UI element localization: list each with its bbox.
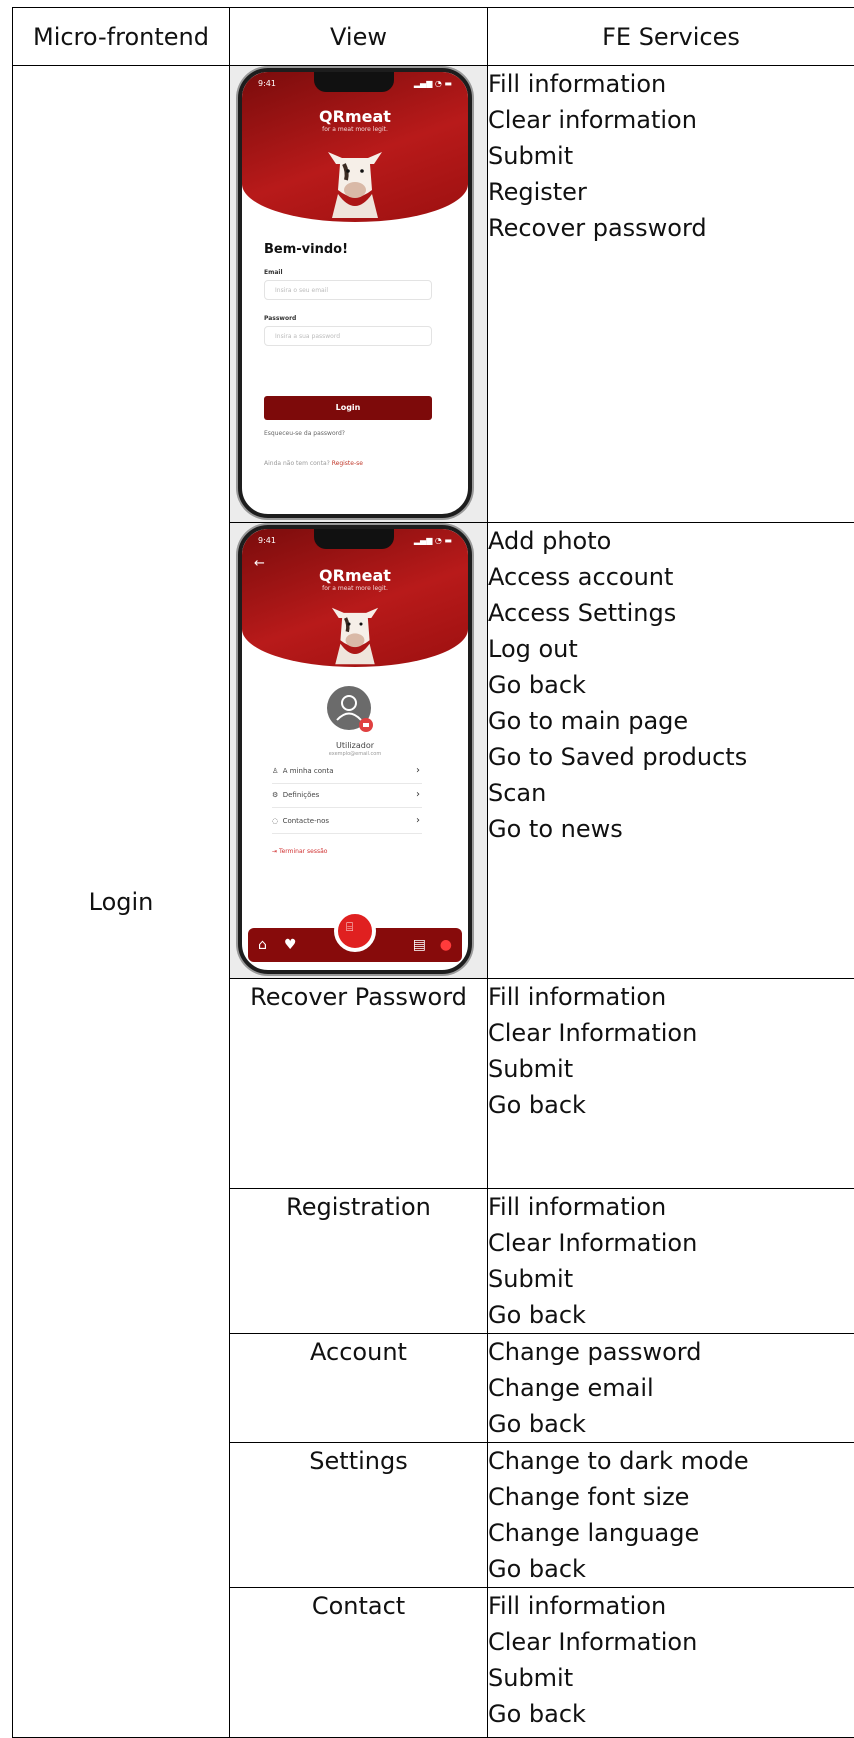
news-icon[interactable]: ▤ <box>413 938 426 952</box>
header-fe-services: FE Services <box>488 8 854 66</box>
service-item: Register <box>488 174 854 210</box>
service-item: Fill information <box>488 66 854 102</box>
service-item: Fill information <box>488 1588 854 1624</box>
app-logo: QRmeat <box>242 567 468 585</box>
service-item: Fill information <box>488 979 854 1015</box>
micro-frontend-table: Micro-frontend View FE Services Login 9:… <box>12 7 854 1738</box>
header-micro-frontend: Micro-frontend <box>13 8 230 66</box>
home-icon[interactable]: ⌂ <box>258 938 267 952</box>
service-item: Go back <box>488 1696 854 1732</box>
logout-icon: ⇥ <box>272 848 277 855</box>
service-item: Go back <box>488 1406 854 1442</box>
service-item: Access account <box>488 559 854 595</box>
user-icon: ♙ <box>272 767 278 775</box>
service-item: Go back <box>488 667 854 703</box>
bottom-navbar: ⌂ ♥ ⌸ ▤ ● <box>248 928 462 962</box>
service-item: Go to main page <box>488 703 854 739</box>
service-item: Change email <box>488 1370 854 1406</box>
chat-icon: ◌ <box>272 817 278 825</box>
login-phone-mockup: 9:41 ▂▄▆ ◔ ▬ QRmeat for a meat more legi… <box>238 68 472 518</box>
app-logo: QRmeat <box>242 108 468 126</box>
service-item: Submit <box>488 1051 854 1087</box>
service-item: Change password <box>488 1334 854 1370</box>
service-item: Log out <box>488 631 854 667</box>
service-item: Access Settings <box>488 595 854 631</box>
heart-icon[interactable]: ♥ <box>284 938 297 952</box>
chevron-right-icon: › <box>416 783 420 807</box>
service-item: Go to Saved products <box>488 739 854 775</box>
chevron-right-icon: › <box>416 759 420 783</box>
no-account-text: Ainda não tem conta? <box>264 460 330 467</box>
service-item: Scan <box>488 775 854 811</box>
signal-wifi-battery-icon: ▂▄▆ ◔ ▬ <box>414 535 452 547</box>
welcome-heading: Bem-vindo! <box>264 242 348 257</box>
email-label: Email <box>264 268 283 277</box>
view-account: Account <box>230 1334 488 1443</box>
user-email: exemplo@email.com <box>242 750 468 759</box>
header-view: View <box>230 8 488 66</box>
view-profile-screenshot: 9:41 ▂▄▆ ◔ ▬ ← QRmeat for a meat more le… <box>230 523 488 979</box>
view-login-screenshot: 9:41 ▂▄▆ ◔ ▬ QRmeat for a meat more legi… <box>230 66 488 523</box>
services-registration: Fill information Clear Information Submi… <box>488 1189 854 1334</box>
services-profile-screen: Add photo Access account Access Settings… <box>488 523 854 979</box>
service-item: Go back <box>488 1297 854 1333</box>
service-item: Clear Information <box>488 1225 854 1261</box>
password-field[interactable]: Insira a sua password <box>264 326 432 346</box>
app-tagline: for a meat more legit. <box>242 585 468 593</box>
cow-icon <box>325 595 385 665</box>
profile-icon[interactable]: ● <box>440 938 452 952</box>
service-item: Change font size <box>488 1479 854 1515</box>
menu-item-account[interactable]: ♙ A minha conta › <box>272 759 422 784</box>
view-registration: Registration <box>230 1189 488 1334</box>
service-item: Add photo <box>488 523 854 559</box>
forgot-password-link[interactable]: Esqueceu-se da password? <box>264 429 345 438</box>
app-tagline: for a meat more legit. <box>242 126 468 134</box>
password-label: Password <box>264 314 296 323</box>
service-item: Recover password <box>488 210 854 246</box>
logout-button[interactable]: ⇥ Terminar sessão <box>272 847 327 856</box>
service-item: Go back <box>488 1551 854 1587</box>
scan-icon: ⌸ <box>346 921 353 933</box>
scan-button[interactable]: ⌸ <box>334 910 376 952</box>
service-item: Go back <box>488 1087 854 1123</box>
logout-label: Terminar sessão <box>279 848 327 855</box>
login-button[interactable]: Login <box>264 396 432 420</box>
service-item: Fill information <box>488 1189 854 1225</box>
cow-icon <box>320 138 390 218</box>
profile-phone-mockup: 9:41 ▂▄▆ ◔ ▬ ← QRmeat for a meat more le… <box>238 525 472 974</box>
menu-item-contact[interactable]: ◌ Contacte-nos › <box>272 809 422 834</box>
service-item: Clear Information <box>488 1624 854 1660</box>
signal-wifi-battery-icon: ▂▄▆ ◔ ▬ <box>414 78 452 90</box>
services-login-screen: Fill information Clear information Submi… <box>488 66 854 523</box>
register-link[interactable]: Registe-se <box>332 460 363 467</box>
service-item: Go to news <box>488 811 854 847</box>
menu-label: A minha conta <box>283 767 334 775</box>
services-account: Change password Change email Go back <box>488 1334 854 1443</box>
gear-icon: ⚙ <box>272 791 278 799</box>
chevron-right-icon: › <box>416 809 420 833</box>
micro-frontend-login: Login <box>13 66 230 1738</box>
menu-item-settings[interactable]: ⚙ Definições › <box>272 783 422 808</box>
service-item: Submit <box>488 1261 854 1297</box>
menu-label: Contacte-nos <box>283 817 329 825</box>
services-contact: Fill information Clear Information Submi… <box>488 1588 854 1738</box>
view-settings: Settings <box>230 1443 488 1588</box>
status-time: 9:41 <box>258 78 276 90</box>
service-item: Submit <box>488 1660 854 1696</box>
service-item: Submit <box>488 138 854 174</box>
services-settings: Change to dark mode Change font size Cha… <box>488 1443 854 1588</box>
services-recover-password: Fill information Clear Information Submi… <box>488 979 854 1189</box>
user-name: Utilizador <box>242 741 468 750</box>
view-contact: Contact <box>230 1588 488 1738</box>
avatar <box>326 685 378 737</box>
service-item: Clear information <box>488 102 854 138</box>
view-recover-password: Recover Password <box>230 979 488 1189</box>
email-field[interactable]: Insira o seu email <box>264 280 432 300</box>
service-item: Clear Information <box>488 1015 854 1051</box>
status-time: 9:41 <box>258 535 276 547</box>
menu-label: Definições <box>283 791 320 799</box>
service-item: Change to dark mode <box>488 1443 854 1479</box>
service-item: Change language <box>488 1515 854 1551</box>
